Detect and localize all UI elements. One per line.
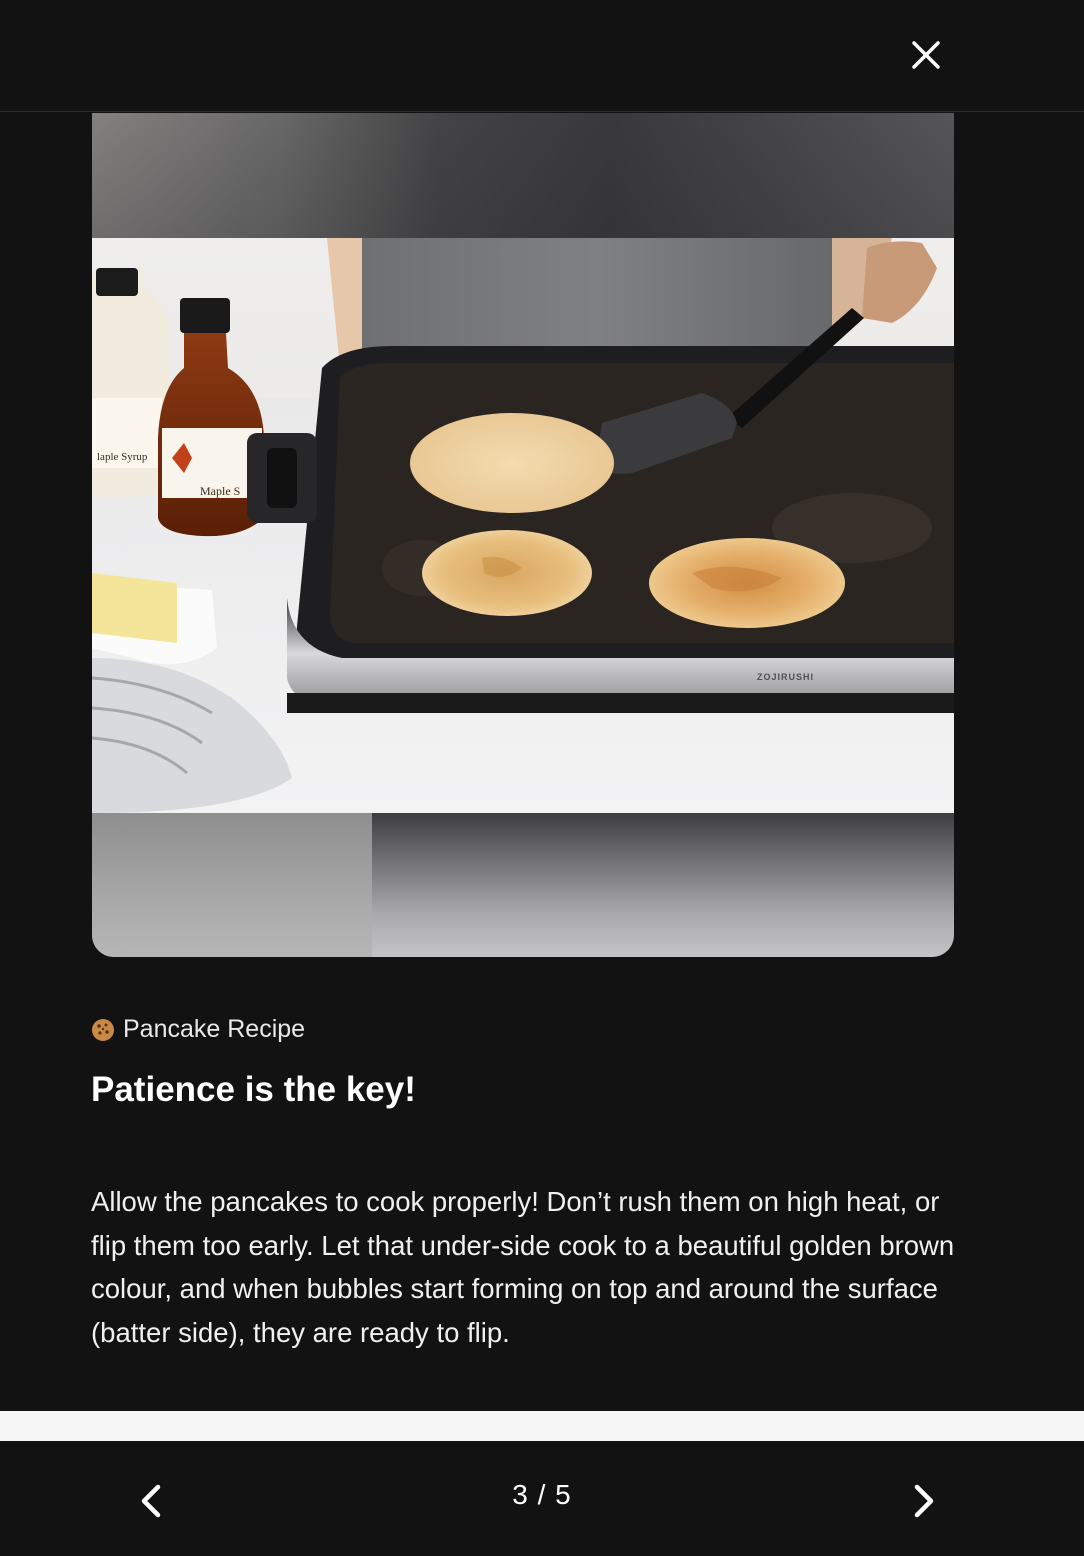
svg-text:Maple S: Maple S [200,484,240,498]
svg-text:ZOJIRUSHI: ZOJIRUSHI [757,672,814,682]
chevron-right-icon [914,1484,934,1518]
image-blur-top [92,113,954,238]
close-button[interactable] [904,33,948,77]
previous-button[interactable] [123,1473,179,1529]
pager-bar: 3 / 5 [0,1441,1084,1556]
category-text: Pancake Recipe [123,1015,306,1043]
pancake-griddle-photo: laple Syrup Maple S ZOJIRUSHI [92,238,954,813]
close-icon [912,41,940,69]
category-label: Pancake Recipe [91,1015,305,1044]
chevron-left-icon [141,1484,161,1518]
media-card: laple Syrup Maple S ZOJIRUSHI [92,113,954,957]
page-counter: 3 / 5 [512,1479,572,1510]
slide-body-text: Allow the pancakes to cook properly! Don… [91,1186,955,1348]
next-button[interactable] [896,1473,952,1529]
top-bar [0,0,1084,112]
image-blur-bottom [92,813,954,957]
cookie-icon [92,1018,114,1041]
svg-text:laple Syrup: laple Syrup [97,451,148,463]
slide-title: Patience is the key! [91,1070,416,1109]
divider-strip [0,1411,1084,1441]
